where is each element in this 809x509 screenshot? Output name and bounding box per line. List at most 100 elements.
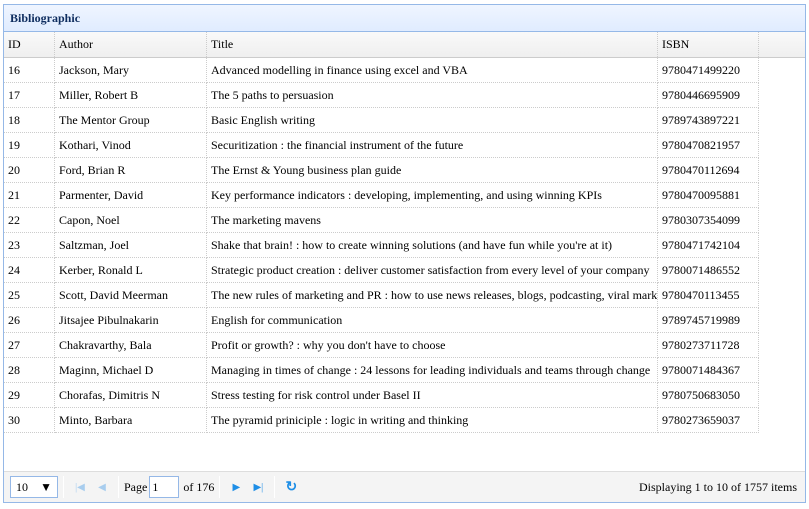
cell-author: Chorafas, Dimitris N (55, 383, 207, 408)
cell-id: 26 (4, 308, 55, 333)
cell-id: 21 (4, 183, 55, 208)
cell-title: The pyramid priniciple : logic in writin… (207, 408, 658, 433)
table-row[interactable]: 19 Kothari, Vinod Securitization : the fin… (4, 133, 805, 158)
cell-author: Minto, Barbara (55, 408, 207, 433)
row-filler (759, 258, 805, 283)
cell-id: 16 (4, 58, 55, 83)
cell-isbn: 9780446695909 (658, 83, 759, 108)
panel-title: Bibliographic (4, 5, 805, 32)
cell-id: 24 (4, 258, 55, 283)
table-row[interactable]: 17 Miller, Robert B The 5 paths to persuas… (4, 83, 805, 108)
prev-page-button[interactable]: ◀ (91, 476, 113, 498)
cell-isbn: 9789743897221 (658, 108, 759, 133)
data-grid: ID Author Title ISBN 16 Jackson, Mary Adva… (4, 32, 805, 472)
next-page-icon: ▶ (232, 481, 241, 493)
table-row[interactable]: 23 Saltzman, Joel Shake that brain! : how … (4, 233, 805, 258)
display-info: Displaying 1 to 10 of 1757 items (639, 479, 797, 494)
cell-title: Stress testing for risk control under Ba… (207, 383, 658, 408)
first-page-button[interactable]: |◀ (69, 476, 91, 498)
cell-id: 28 (4, 358, 55, 383)
cell-isbn: 9780470095881 (658, 183, 759, 208)
last-page-icon: ▶| (253, 481, 264, 493)
column-header-filler (759, 32, 805, 57)
page-count-label: of 176 (183, 479, 215, 494)
cell-title: Key performance indicators : developing,… (207, 183, 658, 208)
row-filler (759, 308, 805, 333)
cell-isbn: 9780470113455 (658, 283, 759, 308)
table-row[interactable]: 24 Kerber, Ronald L Strategic product crea… (4, 258, 805, 283)
page-size-select[interactable]: 10 ▼ (10, 476, 58, 498)
cell-author: Chakravarthy, Bala (55, 333, 207, 358)
table-row[interactable]: 26 Jitsajee Pibulnakarin English for commu… (4, 308, 805, 333)
cell-isbn: 9780273659037 (658, 408, 759, 433)
row-filler (759, 333, 805, 358)
dropdown-arrow-icon: ▼ (40, 479, 52, 494)
row-filler (759, 358, 805, 383)
cell-isbn: 9780071486552 (658, 258, 759, 283)
table-row[interactable]: 21 Parmenter, David Key performance indica… (4, 183, 805, 208)
cell-author: Saltzman, Joel (55, 233, 207, 258)
cell-id: 17 (4, 83, 55, 108)
page-label: Page (124, 479, 148, 494)
table-row[interactable]: 25 Scott, David Meerman The new rules of m… (4, 283, 805, 308)
prev-page-icon: ◀ (98, 481, 106, 493)
cell-title: English for communication (207, 308, 658, 333)
cell-id: 30 (4, 408, 55, 433)
next-page-button[interactable]: ▶ (225, 476, 247, 498)
row-filler (759, 108, 805, 133)
separator (274, 476, 276, 498)
cell-author: Maginn, Michael D (55, 358, 207, 383)
last-page-button[interactable]: ▶| (247, 476, 269, 498)
cell-id: 19 (4, 133, 55, 158)
row-filler (759, 183, 805, 208)
cell-id: 25 (4, 283, 55, 308)
cell-title: The new rules of marketing and PR : how … (207, 283, 658, 308)
column-header-id[interactable]: ID (4, 32, 55, 57)
cell-isbn: 9780307354099 (658, 208, 759, 233)
row-filler (759, 58, 805, 83)
column-header-author[interactable]: Author (55, 32, 207, 57)
cell-title: Advanced modelling in finance using exce… (207, 58, 658, 83)
cell-id: 29 (4, 383, 55, 408)
table-row[interactable]: 20 Ford, Brian R The Ernst & Young busines… (4, 158, 805, 183)
cell-isbn: 9780471742104 (658, 233, 759, 258)
page-size-value: 10 (16, 479, 28, 494)
cell-title: The marketing mavens (207, 208, 658, 233)
cell-author: Ford, Brian R (55, 158, 207, 183)
table-row[interactable]: 29 Chorafas, Dimitris N Stress testing for… (4, 383, 805, 408)
refresh-button[interactable]: ↻ (280, 476, 302, 498)
table-row[interactable]: 18 The Mentor Group Basic English writing 9… (4, 108, 805, 133)
row-filler (759, 233, 805, 258)
cell-id: 27 (4, 333, 55, 358)
column-header-isbn[interactable]: ISBN (658, 32, 759, 57)
bibliographic-panel: Bibliographic ID Author Title ISBN 16 Jac… (3, 4, 806, 503)
table-row[interactable]: 27 Chakravarthy, Bala Profit or growth? : … (4, 333, 805, 358)
cell-title: Profit or growth? : why you don't have t… (207, 333, 658, 358)
cell-id: 22 (4, 208, 55, 233)
separator (219, 476, 221, 498)
cell-author: Miller, Robert B (55, 83, 207, 108)
table-row[interactable]: 30 Minto, Barbara The pyramid priniciple :… (4, 408, 805, 433)
row-filler (759, 158, 805, 183)
page-number-input[interactable] (149, 476, 180, 498)
grid-header: ID Author Title ISBN (4, 32, 805, 58)
cell-author: Kothari, Vinod (55, 133, 207, 158)
cell-isbn: 9780273711728 (658, 333, 759, 358)
first-page-icon: |◀ (75, 481, 85, 493)
cell-id: 23 (4, 233, 55, 258)
table-row[interactable]: 28 Maginn, Michael D Managing in times of … (4, 358, 805, 383)
cell-title: Basic English writing (207, 108, 658, 133)
cell-isbn: 9789745719989 (658, 308, 759, 333)
cell-author: Kerber, Ronald L (55, 258, 207, 283)
cell-isbn: 9780471499220 (658, 58, 759, 83)
row-filler (759, 133, 805, 158)
separator (118, 476, 119, 498)
column-header-title[interactable]: Title (207, 32, 658, 57)
cell-title: Shake that brain! : how to create winnin… (207, 233, 658, 258)
cell-title: Securitization : the financial instrumen… (207, 133, 658, 158)
cell-author: Capon, Noel (55, 208, 207, 233)
separator (63, 476, 64, 498)
cell-title: Strategic product creation : deliver cus… (207, 258, 658, 283)
table-row[interactable]: 22 Capon, Noel The marketing mavens 9780307… (4, 208, 805, 233)
table-row[interactable]: 16 Jackson, Mary Advanced modelling in fin… (4, 58, 805, 83)
